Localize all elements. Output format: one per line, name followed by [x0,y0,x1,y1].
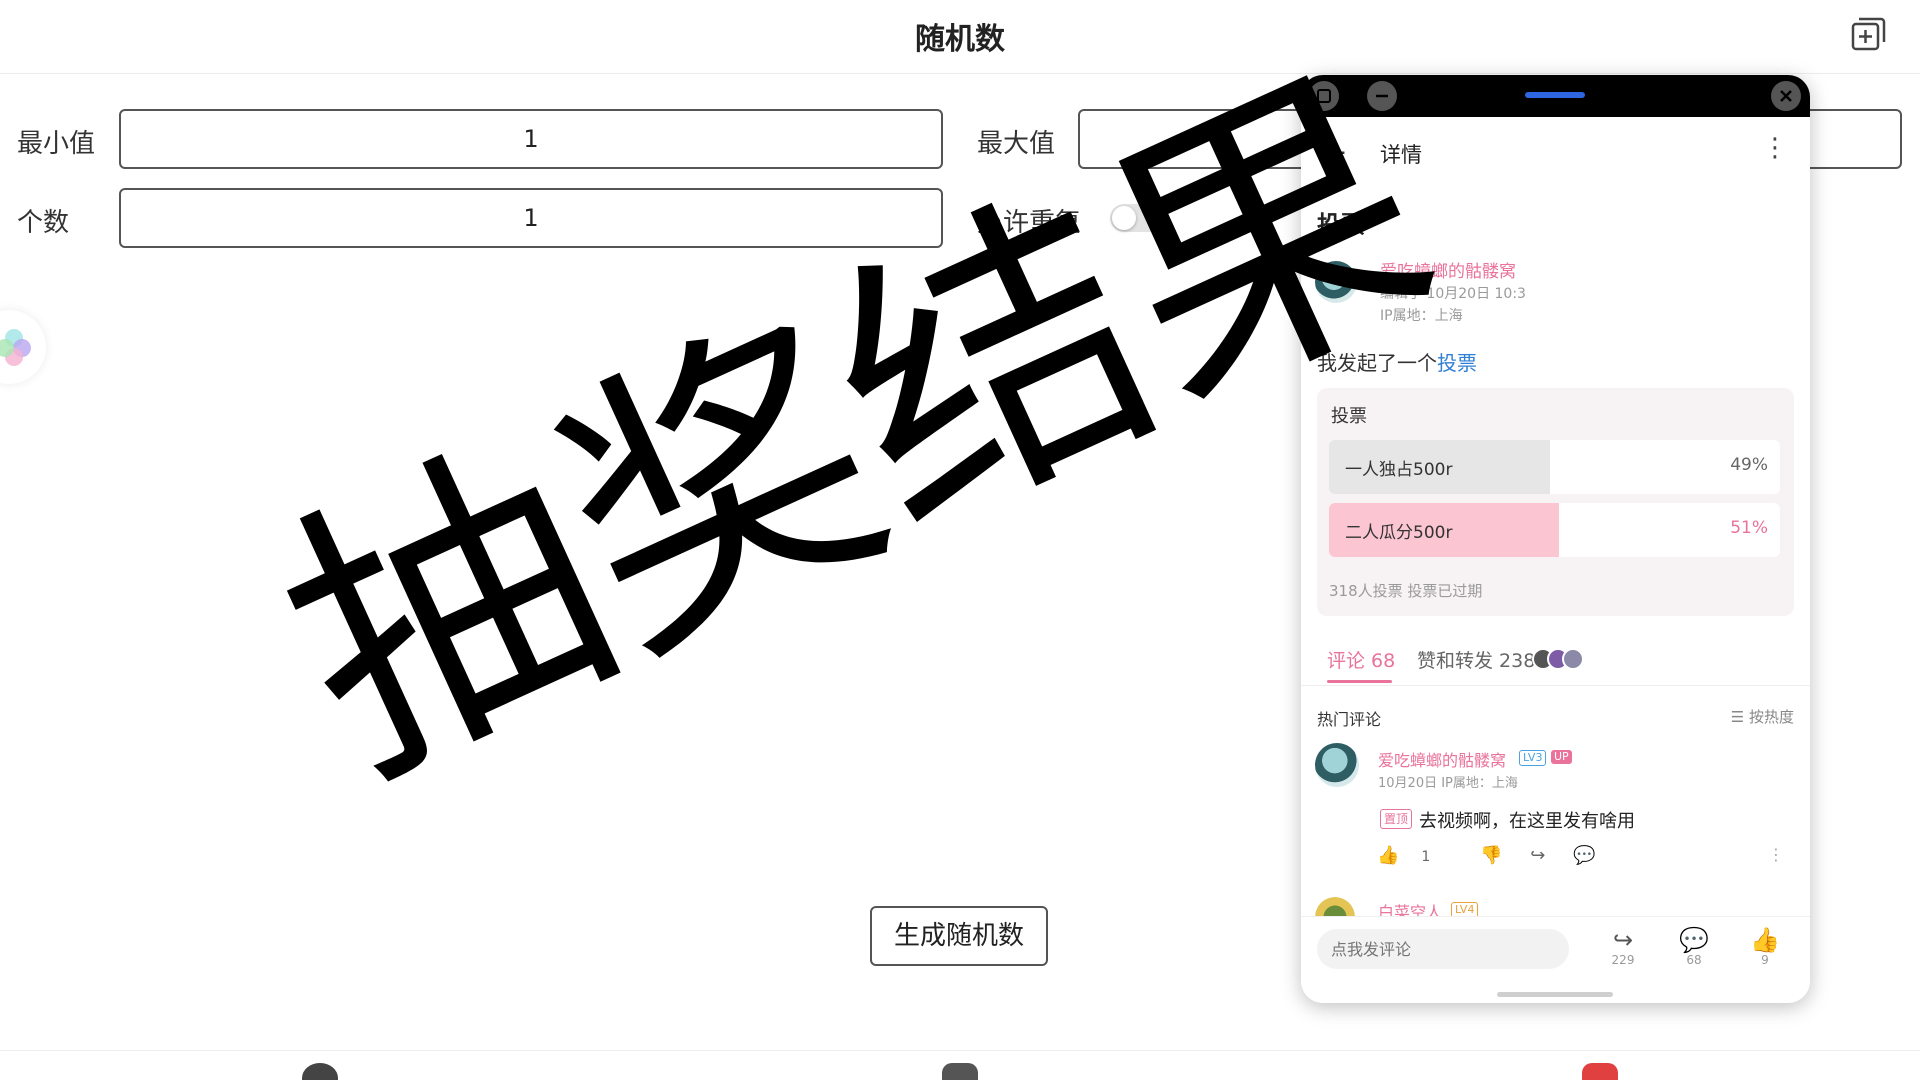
author-avatar[interactable] [1315,261,1357,303]
vote-card: 投票 一人独占500r 49% 二人瓜分500r 51% 318人投票 投票已过… [1317,388,1794,616]
allow-repeat-label: 允许重复 [977,208,1082,238]
sort-label: 按热度 [1748,708,1794,726]
comment-author[interactable]: 爱吃蟑螂的骷髅窝 [1378,747,1506,771]
home-indicator[interactable] [1497,992,1613,997]
level-badge: LV3 [1519,750,1547,766]
comment-avatar[interactable] [1315,743,1359,787]
reply-icon[interactable]: 💬 [1573,845,1595,866]
like-count: 9 [1761,953,1769,967]
title-bar: 随机数 [0,0,1920,74]
fullscreen-icon[interactable] [1309,81,1339,111]
comment-button[interactable]: 💬 68 [1674,927,1714,967]
sort-list-icon: ☰ [1730,708,1749,726]
thumbs-up-icon: 👍 [1750,926,1780,954]
share-icon: ↪ [1612,926,1634,954]
comment-tabs: 评论 68 赞和转发 238 [1301,630,1810,686]
screen: 随机数 最小值 1 最大值 个数 1 允许重复 生成随机数 ← 详情 ⋮ 投票 … [0,0,1920,1080]
comment-input-bar: ↪ 229 💬 68 👍 9 [1301,916,1810,1003]
count-input[interactable]: 1 [119,188,943,248]
vote-link[interactable]: 投票 [1437,351,1477,375]
post-title: 投票 [1317,211,1365,239]
comment-like-count: 1 [1421,849,1431,865]
comment-meta: 10月20日 IP属地：上海 [1378,776,1518,791]
post-body-text: 我发起了一个 [1317,351,1437,375]
share-icon[interactable]: ↪ [1530,845,1545,866]
nav-icon-2[interactable] [942,1063,978,1080]
min-label: 最小值 [17,129,96,159]
allow-repeat-toggle[interactable] [1110,204,1166,232]
vote-option-percent: 49% [1730,455,1768,475]
new-window-icon[interactable] [1850,16,1886,52]
pinned-badge: 置顶 [1380,809,1413,829]
comment-like-button[interactable]: 👍 1 [1377,845,1452,866]
more-options-icon[interactable]: ⋮ [1762,135,1788,161]
post-edit-time: 编辑于 10月20日 10:3 [1380,286,1526,302]
close-icon[interactable] [1771,81,1801,111]
comment-input[interactable] [1317,929,1569,969]
nav-icon-1[interactable] [302,1063,338,1080]
max-label: 最大值 [977,129,1056,159]
detail-title: 详情 [1380,143,1422,167]
comment-more-icon[interactable]: ⋮ [1768,845,1784,864]
drag-handle[interactable] [1525,92,1585,98]
tab-active-indicator [1327,680,1392,683]
toggle-knob [1112,206,1136,230]
sort-by-hot-button[interactable]: ☰ 按热度 [1731,706,1794,727]
thumbs-up-icon: 👍 [1377,845,1400,866]
app-title: 随机数 [915,22,1005,57]
vote-card-title: 投票 [1331,406,1367,427]
bottom-nav [0,1050,1920,1080]
generate-button[interactable]: 生成随机数 [870,906,1048,966]
count-label: 个数 [17,208,70,238]
vote-option[interactable]: 一人独占500r 49% [1329,440,1780,494]
minimize-icon[interactable] [1367,81,1397,111]
nav-icon-3[interactable] [1582,1063,1618,1080]
back-arrow-icon[interactable]: ← [1321,135,1346,170]
floating-window-topbar [1301,75,1810,117]
floating-assistant-ball[interactable] [0,310,46,384]
thumbs-down-icon[interactable]: 👎 [1480,845,1502,866]
comment-count: 68 [1686,953,1702,967]
comment-icon: 💬 [1679,926,1709,954]
up-badge: UP [1551,750,1572,764]
hot-comments-label: 热门评论 [1317,710,1382,729]
vote-footer: 318人投票 投票已过期 [1329,582,1483,600]
comment-text: 去视频啊，在这里发有啥用 [1419,811,1635,832]
tab-comments[interactable]: 评论 68 [1327,646,1395,673]
vote-option[interactable]: 二人瓜分500r 51% [1329,503,1780,557]
comment-actions: 👍 1 👎 ↪ 💬 [1377,845,1617,866]
post-ip-location: IP属地：上海 [1380,308,1463,324]
share-button[interactable]: ↪ 229 [1603,927,1643,967]
min-input[interactable]: 1 [119,109,943,169]
floating-window: ← 详情 ⋮ 投票 爱吃蟑螂的骷髅窝 编辑于 10月20日 10:3 IP属地：… [1301,75,1810,1003]
post-author[interactable]: 爱吃蟑螂的骷髅窝 [1380,257,1516,282]
vote-option-label: 二人瓜分500r [1345,523,1453,543]
flower-icon [0,329,31,366]
post-body: 我发起了一个投票 [1317,347,1477,376]
share-count: 229 [1611,953,1635,967]
vote-option-label: 一人独占500r [1345,460,1453,480]
vote-option-percent: 51% [1730,518,1768,538]
like-button[interactable]: 👍 9 [1745,927,1785,967]
detail-header: ← 详情 ⋮ [1301,117,1810,187]
tab-likes-reposts[interactable]: 赞和转发 238 [1417,646,1535,673]
liker-avatar [1562,648,1584,670]
